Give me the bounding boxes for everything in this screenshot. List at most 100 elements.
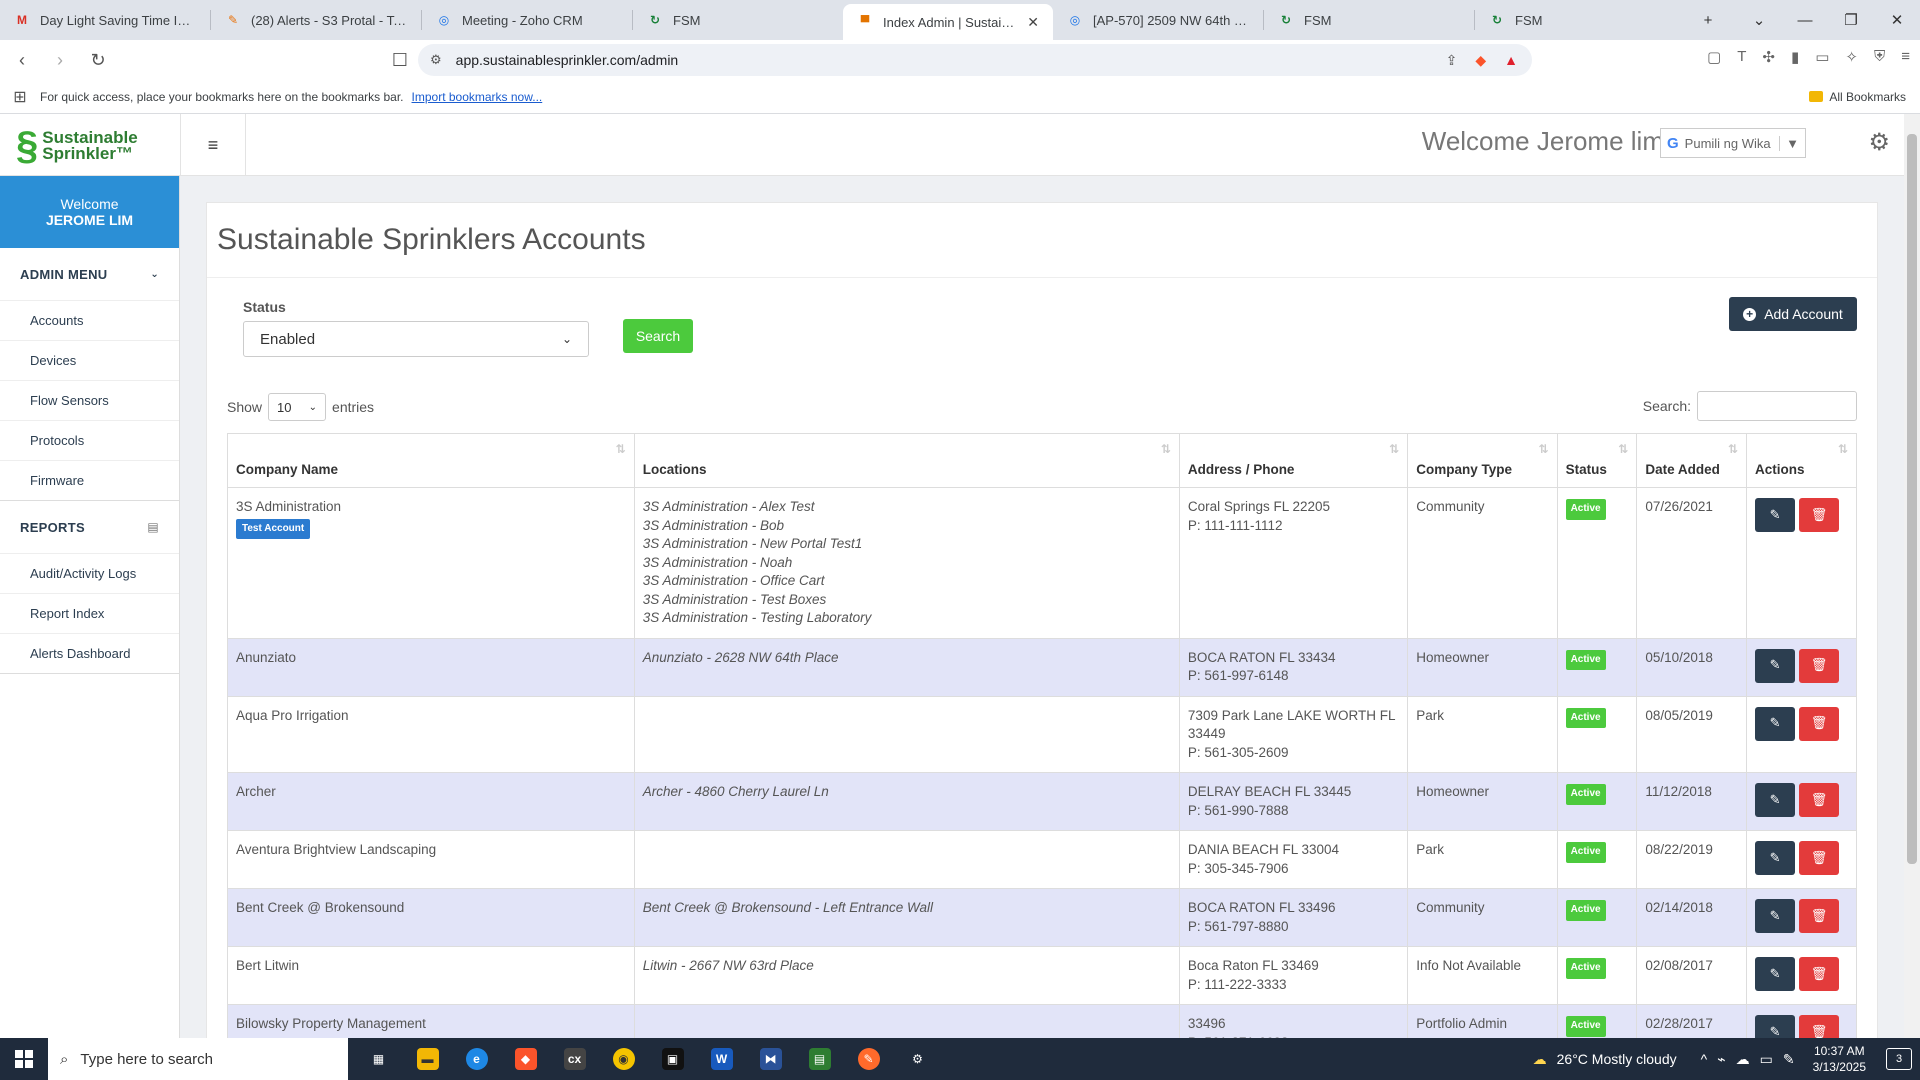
search-button[interactable]: Search [623,319,693,353]
app-icon[interactable]: ◉ [599,1038,648,1080]
onedrive-icon[interactable]: ☁ [1736,1051,1750,1068]
back-icon[interactable]: ‹ [6,44,38,76]
column-header[interactable]: Status ⇅ [1556,433,1638,488]
gear-icon[interactable]: ⚙ [1868,128,1890,157]
close-tab-icon[interactable]: ✕ [1021,14,1039,31]
sort-icon[interactable]: ⇅ [1161,442,1171,456]
tab-active[interactable]: ▀ Index Admin | Sustainable ✕ [843,4,1053,40]
sidebar-item-firmware[interactable]: Firmware [0,460,179,500]
app-icon[interactable]: ▣ [648,1038,697,1080]
location-link[interactable]: 3S Administration - Alex Test [643,498,1171,517]
restore-button[interactable]: ❐ [1828,0,1874,40]
taskbar-search[interactable]: ⌕ Type here to search [48,1038,348,1080]
import-bookmarks-link[interactable]: Import bookmarks now... [412,90,543,104]
sidebar-item-report-index[interactable]: Report Index [0,593,179,633]
brave-rewards-icon[interactable]: ▲ [1504,52,1518,68]
location-link[interactable]: 3S Administration - Testing Laboratory [643,609,1171,628]
windows-start-icon[interactable] [0,1038,48,1080]
browser-tab[interactable]: ◎ Meeting - Zoho CRM [422,0,632,40]
location-link[interactable]: 3S Administration - Test Boxes [643,591,1171,610]
column-header[interactable]: Actions ⇅ [1746,433,1857,488]
apps-grid-icon[interactable]: ⊞ [0,87,40,107]
text-extension-icon[interactable]: T [1737,48,1746,66]
chevron-up-icon[interactable]: ^ [1701,1051,1708,1067]
leo-icon[interactable]: ✧ [1845,48,1858,66]
sort-icon[interactable]: ⇅ [1389,442,1399,456]
language-select[interactable]: G Pumili ng Wika ▼ [1660,128,1806,158]
forward-icon[interactable]: › [44,44,76,76]
brave-icon[interactable]: ◆ [501,1038,550,1080]
edit-button[interactable]: ✎ [1755,899,1796,933]
delete-button[interactable]: 🗑 [1799,648,1840,683]
extension-icon[interactable]: ▢ [1707,48,1721,66]
location-link[interactable]: 3S Administration - New Portal Test1 [643,535,1171,554]
status-select[interactable]: Enabled ⌄ [243,321,589,357]
edit-button[interactable]: ✎ [1755,498,1796,532]
browser-tab[interactable]: ↻ FSM [1264,0,1474,40]
reports-menu-toggle[interactable]: REPORTS ▤ [0,501,179,553]
brave-shield-icon[interactable]: ◆ [1475,52,1486,69]
app-icon[interactable]: cx [550,1038,599,1080]
clock[interactable]: 10:37 AM 3/13/2025 [1813,1043,1866,1075]
company-name[interactable]: Bent Creek @ Brokensound [236,899,626,918]
browser-tab[interactable]: ✎ (28) Alerts - S3 Protal - Tasks [211,0,421,40]
vpn-icon[interactable]: ⛨ [1874,48,1885,66]
column-header[interactable]: Company Name ⇅ [227,433,635,488]
pen-icon[interactable]: ✎ [1783,1051,1795,1068]
column-header[interactable]: Address / Phone ⇅ [1178,433,1409,488]
location-link[interactable]: Bent Creek @ Brokensound - Left Entrance… [643,899,1171,918]
puzzle-icon[interactable]: ✣ [1762,48,1775,66]
company-name[interactable]: 3S Administration [236,498,626,517]
browser-tab[interactable]: M Day Light Saving Time Isssue [0,0,210,40]
admin-menu-toggle[interactable]: ADMIN MENU ⌄ [0,248,179,300]
bookmark-icon[interactable]: ☐ [384,44,416,76]
sort-icon[interactable]: ⇅ [616,442,626,456]
edit-button[interactable]: ✎ [1755,957,1796,991]
edit-button[interactable]: ✎ [1755,648,1796,683]
location-link[interactable]: Archer - 4860 Cherry Laurel Ln [643,783,1171,802]
delete-button[interactable]: 🗑 [1799,957,1840,991]
menu-icon[interactable]: ≡ [1901,48,1910,66]
company-name[interactable]: Archer [236,783,626,802]
logo[interactable]: § Sustainable Sprinkler™ [16,124,146,168]
site-info-icon[interactable]: ⚙ [430,52,442,68]
sidebar-item-alerts-dashboard[interactable]: Alerts Dashboard [0,633,179,673]
browser-tab[interactable]: ◎ [AP-570] 2509 NW 64th Blvd [1053,0,1263,40]
edit-button[interactable]: ✎ [1755,706,1796,741]
app-icon[interactable]: ✎ [844,1038,893,1080]
network-icon[interactable]: ⌁ [1717,1051,1725,1068]
hamburger-menu-icon[interactable]: ≡ [180,114,246,176]
sidebar-item-flow-sensors[interactable]: Flow Sensors [0,380,179,420]
sort-icon[interactable]: ⇅ [1539,442,1549,456]
browser-tab[interactable]: ↻ FSM [1475,0,1685,40]
edge-icon[interactable]: e [452,1038,501,1080]
reload-icon[interactable]: ↻ [82,44,114,76]
task-view-icon[interactable]: ▦ [354,1038,403,1080]
delete-button[interactable]: 🗑 [1799,899,1840,933]
company-name[interactable]: Aventura Brightview Landscaping [236,841,626,860]
word-icon[interactable]: W [697,1038,746,1080]
delete-button[interactable]: 🗑 [1799,841,1840,875]
wallet-icon[interactable]: ▭ [1815,48,1829,66]
company-name[interactable]: Bilowsky Property Management [236,1015,626,1034]
add-account-button[interactable]: + Add Account [1729,297,1857,331]
all-bookmarks-button[interactable]: All Bookmarks [1809,90,1906,104]
delete-button[interactable]: 🗑 [1799,706,1840,741]
location-link[interactable]: 3S Administration - Office Cart [643,572,1171,591]
file-explorer-icon[interactable]: ▬ [403,1038,452,1080]
company-name[interactable]: Anunziato [236,649,626,668]
sidebar-item-devices[interactable]: Devices [0,340,179,380]
column-header[interactable]: Locations ⇅ [633,433,1180,488]
sort-icon[interactable]: ⇅ [1618,442,1628,456]
edit-button[interactable]: ✎ [1755,783,1796,817]
app-icon[interactable]: ⧓ [746,1038,795,1080]
app-icon[interactable]: ▤ [795,1038,844,1080]
browser-tab[interactable]: ↻ FSM [633,0,843,40]
location-link[interactable]: 3S Administration - Bob [643,517,1171,536]
sidebar-item-audit-activity-logs[interactable]: Audit/Activity Logs [0,553,179,593]
sort-icon[interactable]: ⇅ [1728,442,1738,456]
table-search-input[interactable] [1697,391,1857,421]
edit-button[interactable]: ✎ [1755,841,1796,875]
page-scrollbar[interactable] [1904,114,1920,1038]
device-icon[interactable]: ▭ [1760,1051,1773,1068]
